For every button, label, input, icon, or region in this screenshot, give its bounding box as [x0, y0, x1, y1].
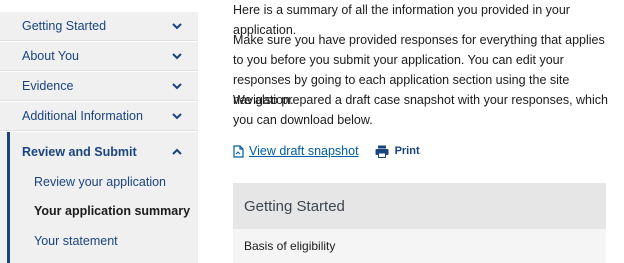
printer-icon	[375, 145, 389, 158]
action-links: View draft snapshot Print	[233, 142, 420, 160]
subnav-your-statement[interactable]: Your statement	[34, 234, 118, 248]
sidebar-item-review-and-submit[interactable]: Review and Submit	[0, 138, 198, 166]
sidebar-item-label: Getting Started	[22, 19, 107, 33]
sidebar-item-label: About You	[22, 49, 80, 63]
summary-row: Basis of eligibility	[233, 229, 606, 263]
summary-row-label: Basis of eligibility	[244, 239, 336, 253]
sidebar-item-label: Evidence	[22, 79, 74, 93]
chevron-down-icon	[172, 113, 182, 120]
sidebar-item-evidence[interactable]: Evidence	[0, 72, 198, 101]
chevron-down-icon	[172, 53, 182, 60]
print-button[interactable]: Print	[375, 145, 420, 158]
section-header-getting-started: Getting Started	[233, 183, 606, 229]
view-draft-snapshot-label: View draft snapshot	[249, 144, 359, 158]
chevron-down-icon	[172, 83, 182, 90]
sidebar-item-label: Review and Submit	[22, 145, 137, 159]
draft-note-text: We also prepared a draft case snapshot w…	[233, 93, 608, 127]
section-title: Getting Started	[244, 197, 345, 215]
sidebar-item-about-you[interactable]: About You	[0, 42, 198, 71]
sidebar-item-additional-information[interactable]: Additional Information	[0, 102, 198, 131]
print-label: Print	[394, 145, 420, 157]
subnav-review-your-application[interactable]: Review your application	[34, 175, 166, 189]
sidebar-item-label: Additional Information	[22, 109, 143, 123]
sidebar-nav: Getting Started About You Evidence Addit…	[0, 0, 198, 263]
chevron-up-icon	[172, 148, 182, 155]
chevron-down-icon	[172, 23, 182, 30]
view-draft-snapshot-link[interactable]: View draft snapshot	[233, 144, 359, 158]
file-pdf-icon	[233, 144, 244, 158]
sidebar-item-getting-started[interactable]: Getting Started	[0, 12, 198, 41]
subnav-your-application-summary[interactable]: Your application summary	[34, 204, 190, 218]
